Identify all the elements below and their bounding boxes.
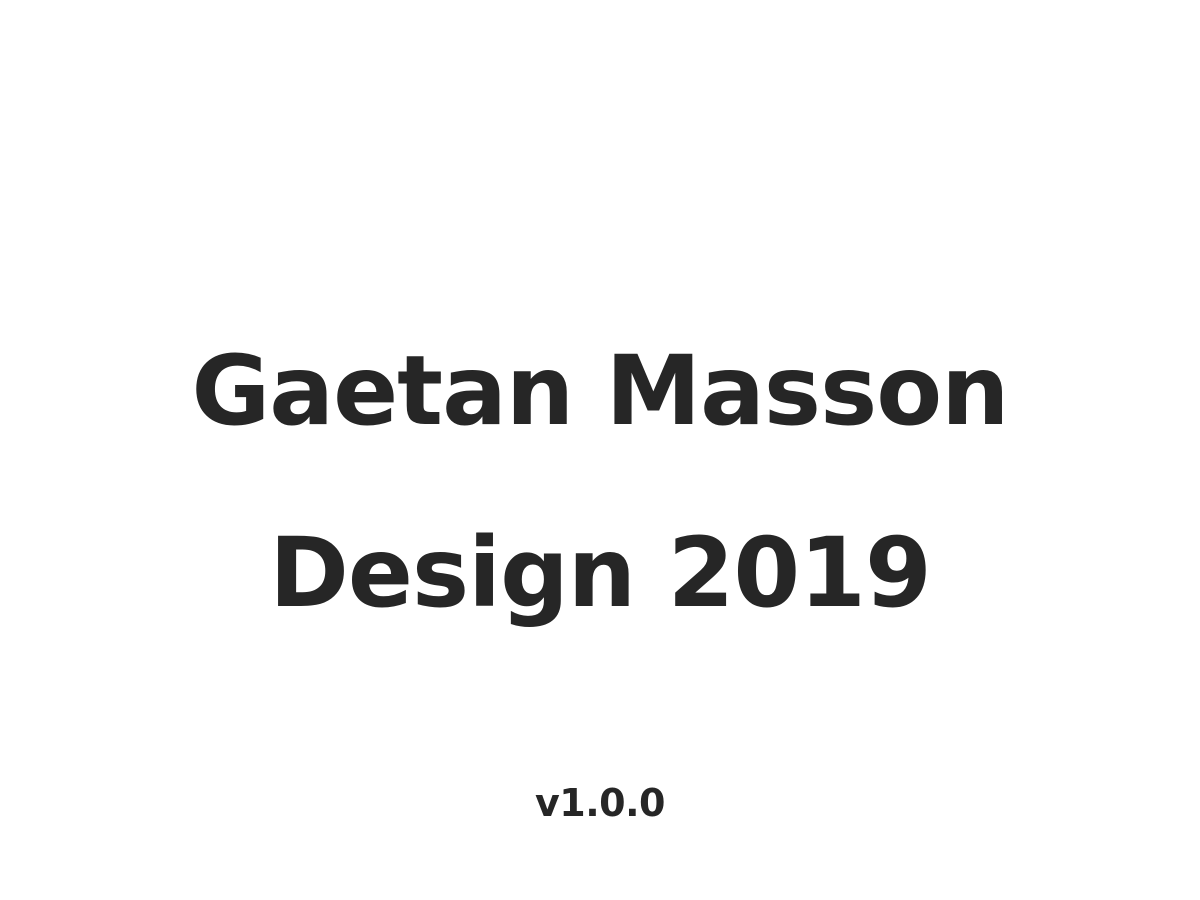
version-label: v1.0.0 <box>535 781 665 825</box>
title-line-1: Gaetan Masson <box>191 335 1009 447</box>
page-title: Gaetan Masson Design 2019 <box>0 300 1200 664</box>
title-line-2: Design 2019 <box>269 517 932 629</box>
title-screen: Gaetan Masson Design 2019 v1.0.0 <box>0 0 1200 900</box>
